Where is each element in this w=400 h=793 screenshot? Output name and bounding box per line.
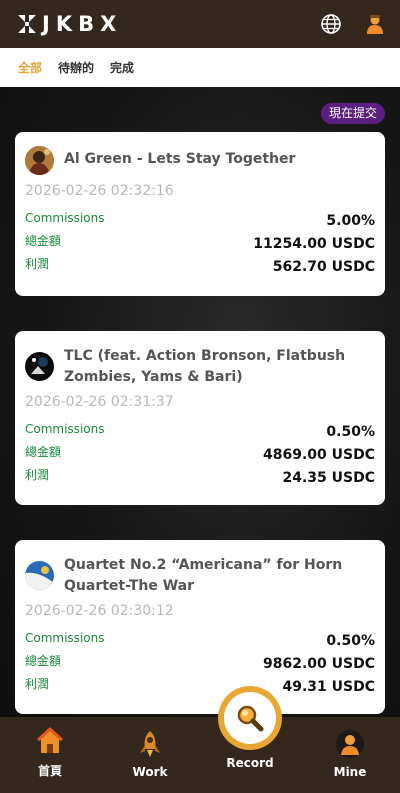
record-card[interactable]: Al Green - Lets Stay Together 2026-02-26… (15, 132, 385, 296)
profit-value: 49.31 USDC (282, 679, 375, 695)
nav-work[interactable]: Work (100, 729, 200, 793)
album-cover-icon (25, 352, 54, 381)
album-cover-icon (25, 146, 54, 175)
nav-record-label: Record (226, 756, 274, 770)
record-card[interactable]: Quartet No.2 “Americana” for Horn Quarte… (15, 540, 385, 714)
nav-record-button[interactable] (218, 686, 282, 750)
song-title: Quartet No.2 “Americana” for Horn Quarte… (64, 557, 343, 594)
magnifier-icon (237, 705, 264, 732)
record-list[interactable]: 現在提交 Al Green - Lets Stay Together 2026-… (0, 87, 400, 717)
profit-label: 利潤 (25, 468, 50, 482)
rocket-icon (140, 731, 160, 757)
total-amount-value: 11254.00 USDC (253, 236, 375, 252)
total-amount-label: 總金額 (25, 234, 62, 248)
logo-mark-icon (16, 13, 38, 35)
profile-icon (336, 730, 364, 758)
tab-completed[interactable]: 完成 (110, 59, 134, 76)
commissions-label: Commissions (25, 631, 105, 645)
commissions-value: 0.50% (326, 633, 375, 649)
total-amount-value: 9862.00 USDC (263, 656, 375, 672)
song-title: Al Green - Lets Stay Together (64, 151, 296, 167)
profit-label: 利潤 (25, 677, 50, 691)
status-tabs: 全部 待辦的 完成 (0, 48, 400, 87)
tab-all[interactable]: 全部 (18, 59, 42, 76)
nav-home[interactable]: 首頁 (0, 726, 100, 793)
record-timestamp: 2026-02-26 02:31:37 (25, 394, 174, 410)
profit-value: 24.35 USDC (282, 470, 375, 486)
commissions-value: 0.50% (326, 424, 375, 440)
user-icon[interactable] (364, 13, 386, 35)
commissions-label: Commissions (25, 422, 105, 436)
app-logo: JKBX (16, 12, 122, 36)
submit-now-button[interactable]: 現在提交 (320, 103, 385, 124)
record-timestamp: 2026-02-26 02:32:16 (25, 183, 174, 199)
home-icon (36, 727, 64, 753)
nav-record-spacer (200, 779, 300, 793)
tab-pending[interactable]: 待辦的 (58, 59, 94, 76)
record-timestamp: 2026-02-26 02:30:12 (25, 603, 174, 619)
nav-work-label: Work (132, 765, 168, 779)
commissions-value: 5.00% (326, 213, 375, 229)
nav-mine[interactable]: Mine (300, 729, 400, 793)
profit-label: 利潤 (25, 257, 50, 271)
logo-text: JKBX (42, 12, 123, 36)
bottom-nav: 首頁 Work Mine (0, 717, 400, 793)
nav-home-label: 首頁 (37, 764, 62, 778)
commissions-label: Commissions (25, 211, 105, 225)
total-amount-label: 總金額 (25, 654, 62, 668)
record-card[interactable]: TLC (feat. Action Bronson, Flatbush Zomb… (15, 331, 385, 505)
globe-icon[interactable] (320, 13, 342, 35)
total-amount-label: 總金額 (25, 445, 62, 459)
total-amount-value: 4869.00 USDC (263, 447, 375, 463)
profit-value: 562.70 USDC (272, 259, 375, 275)
top-bar: JKBX (0, 0, 400, 48)
album-cover-icon (25, 561, 54, 590)
song-title: TLC (feat. Action Bronson, Flatbush Zomb… (64, 348, 346, 385)
nav-mine-label: Mine (333, 765, 367, 779)
